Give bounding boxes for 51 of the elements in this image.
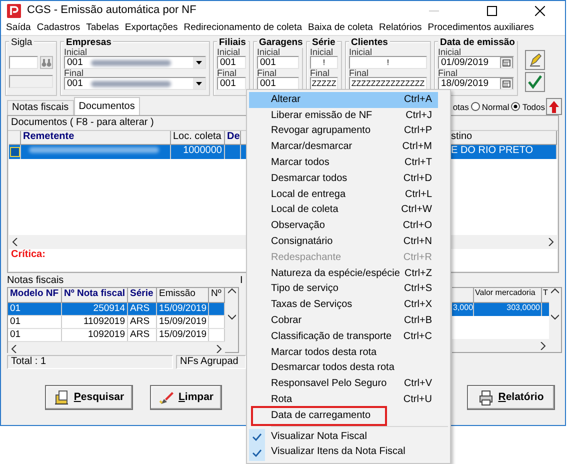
table-cell: 303,0000: [474, 303, 542, 316]
section-label: Notas fiscais: [7, 275, 65, 287]
table-cell: 15/09/2019: [157, 329, 209, 341]
column-header: Série: [128, 288, 157, 302]
table-cell: 1092019: [62, 329, 128, 341]
table-cell: 1000000: [171, 145, 225, 159]
field-label: Inicial: [349, 48, 374, 56]
table-cell: 3,000: [452, 303, 474, 316]
table-cell: 15/09/2019: [157, 316, 209, 328]
field-label: Inicial: [64, 48, 88, 56]
group-label: Data de emissão: [438, 37, 517, 48]
field-label: Final: [438, 69, 459, 77]
filter-label: otas: [452, 102, 469, 112]
table-cell: ARS: [128, 329, 157, 341]
column-header: Loc. coleta: [171, 131, 225, 144]
table-cell: ARS: [128, 303, 157, 315]
field-label: Inicial: [217, 48, 242, 56]
section-label: I: [240, 275, 243, 287]
table-cell: 01: [8, 303, 62, 315]
status-text: Total : 1: [7, 355, 173, 369]
field-label: Inicial: [310, 48, 334, 56]
column-header: Valor mercadoria: [474, 288, 542, 302]
group-label: Garagens: [257, 37, 305, 48]
status-text: NFs Agrupad: [176, 355, 246, 369]
column-header: De: [225, 131, 241, 144]
radio-label: Normal: [482, 102, 510, 112]
critique-label: Crítica:: [10, 248, 46, 262]
field-label: Final: [64, 69, 85, 77]
field-label: Final: [349, 69, 370, 77]
table-cell: 15/09/2019: [157, 303, 209, 315]
table-cell: 11092019: [62, 316, 128, 328]
table-cell: 01: [8, 316, 62, 328]
group-label: Filiais: [217, 37, 248, 48]
field-label: Inicial: [257, 48, 282, 56]
column-header: Modelo NF: [8, 288, 62, 302]
field-label: Final: [310, 69, 331, 77]
group-label: Sigla: [9, 37, 34, 48]
table-cell: ARS: [128, 316, 157, 328]
column-header: Emissão: [157, 288, 209, 302]
group-label: Clientes: [349, 37, 390, 48]
field-label: Inicial: [438, 48, 462, 56]
field-label: Final: [217, 69, 238, 77]
table-cell: 01: [8, 329, 62, 341]
column-header: Remetente: [21, 131, 171, 144]
radio-label: Todos: [522, 102, 545, 112]
group-label: Empresas: [64, 37, 114, 48]
window-title: CGS - Emissão automática por NF: [27, 4, 196, 18]
field-label: Final: [257, 69, 278, 77]
table-cell: 250914: [62, 303, 128, 315]
group-label: Série: [310, 37, 338, 48]
column-header: Nº Nota fiscal: [62, 288, 128, 302]
